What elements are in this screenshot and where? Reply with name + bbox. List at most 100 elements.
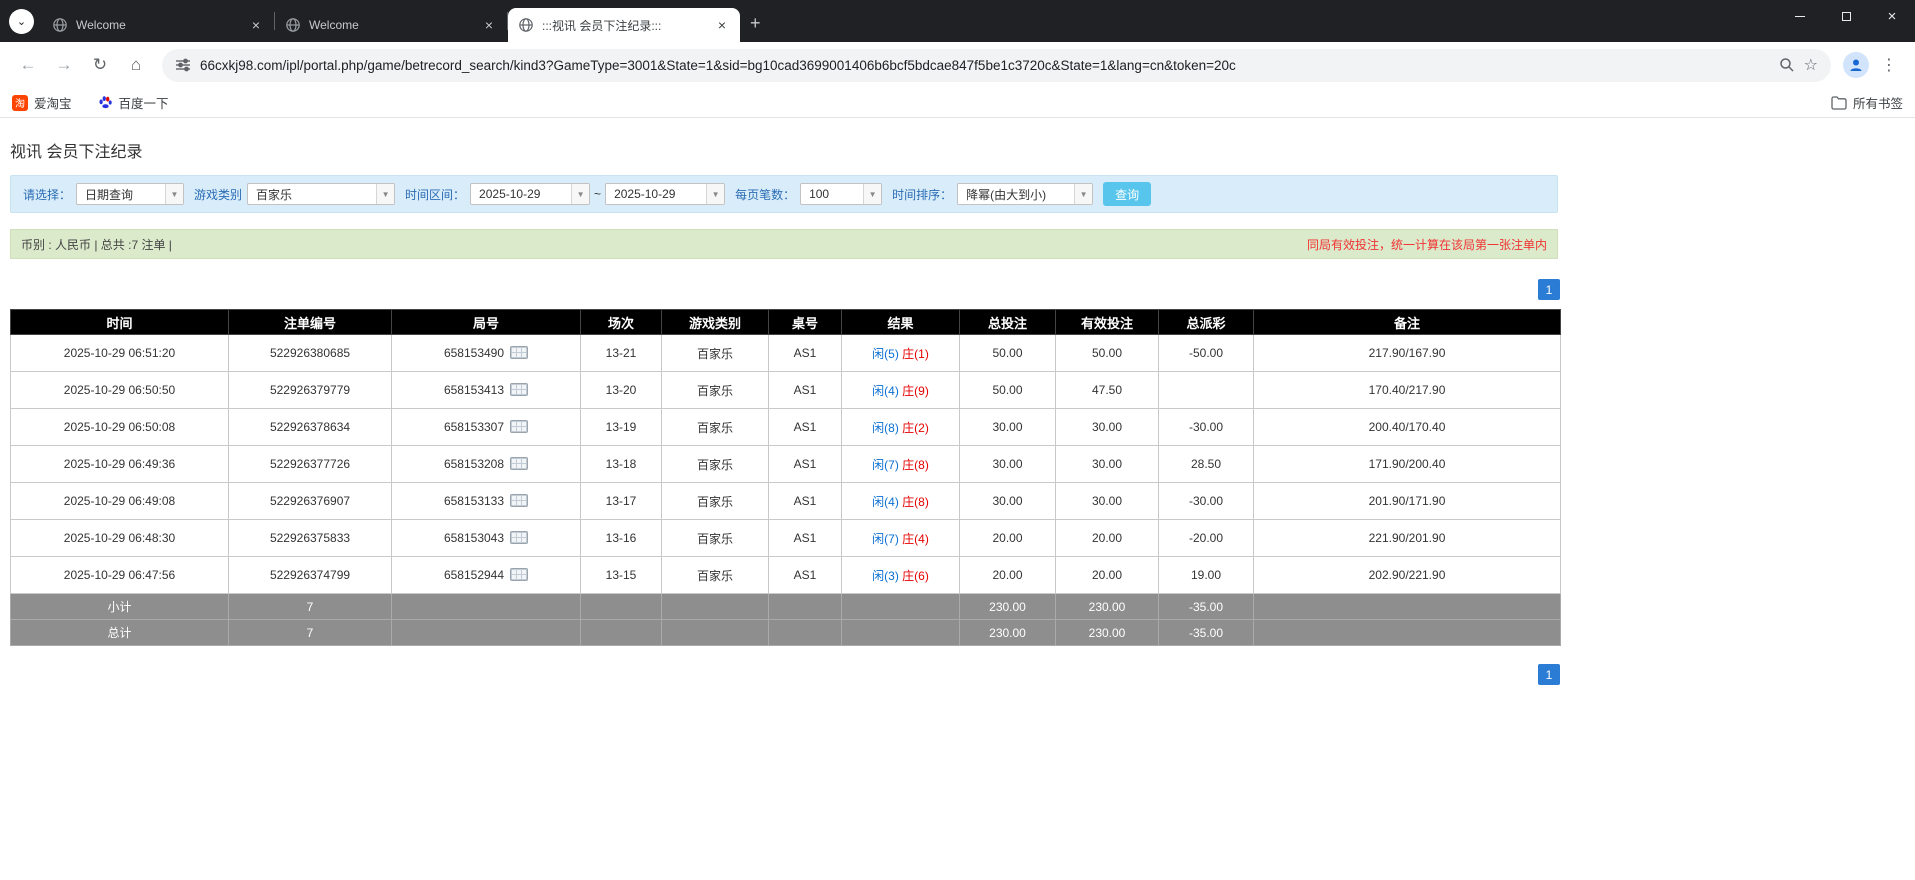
chevron-down-icon[interactable]: ▼ [706,184,725,204]
query-type-select[interactable]: 日期查询 ▼ [76,183,185,205]
tab-close-icon[interactable]: × [714,17,730,33]
cell-session: 13-15 [580,556,662,594]
result-banker: 庄(2) [902,420,929,435]
roadmap-icon[interactable] [510,420,529,433]
tab-title: :::视讯 会员下注纪录::: [542,18,662,33]
cell-result: 闲(5) 庄(1) [841,334,960,372]
cell-total-bet: 30.00 [959,482,1056,520]
chevron-down-icon[interactable]: ▼ [1074,184,1093,204]
back-button[interactable]: ← [12,49,44,81]
chevron-down-icon[interactable]: ▼ [863,184,882,204]
cell-time: 2025-10-29 06:49:36 [10,445,229,483]
cell-valid-bet: 20.00 [1055,556,1159,594]
empty-cell [391,619,581,646]
reload-button[interactable]: ↻ [84,49,116,81]
home-button[interactable]: ⌂ [120,49,152,81]
page-content: 视讯 会员下注纪录 请选择： 日期查询 ▼ 游戏类别 百家乐 ▼ 时间区间： 2… [0,138,1568,685]
bookmark-baidu[interactable]: 百度一下 [98,93,169,112]
summary-bar: 币别 : 人民币 | 总共 :7 注单 | 同局有效投注，统一计算在该局第一张注… [10,229,1558,259]
tab-title: Welcome [309,18,359,32]
empty-cell [841,593,960,620]
cell-session: 13-21 [580,334,662,372]
cell-result: 闲(3) 庄(6) [841,556,960,594]
date-from-select[interactable]: 2025-10-29 ▼ [470,183,591,205]
tab-bet-record-active[interactable]: :::视讯 会员下注纪录::: × [508,8,740,42]
subtotal-label: 小计 [10,593,229,620]
pagination-bottom: 1 [10,664,1560,685]
all-bookmarks[interactable]: 所有书签 [1831,93,1903,112]
minimize-icon [1795,15,1805,17]
tab-welcome-2[interactable]: Welcome × [275,8,507,42]
roadmap-icon[interactable] [510,383,529,396]
cell-round-id: 658153043 [391,519,581,557]
roadmap-icon[interactable] [510,568,529,581]
cell-game: 百家乐 [661,556,769,594]
minimize-button[interactable] [1777,0,1823,32]
bookmark-star-icon[interactable]: ☆ [1804,55,1818,75]
round-id-text: 658153043 [443,531,505,545]
table-row: 2025-10-29 06:50:50 522926379779 6581534… [10,371,1561,409]
roadmap-icon[interactable] [510,346,529,359]
site-settings-icon[interactable] [175,57,191,73]
cell-game: 百家乐 [661,482,769,520]
header-game-type: 游戏类别 [661,309,769,335]
browser-menu-button[interactable]: ⋮ [1873,55,1905,75]
result-banker: 庄(6) [902,568,929,583]
cell-session: 13-19 [580,408,662,446]
page-1-button[interactable]: 1 [1538,664,1560,685]
currency-summary: 币别 : 人民币 | 总共 :7 注单 | [21,237,172,252]
forward-button[interactable]: → [48,49,80,81]
cell-bet-id: 522926375833 [228,519,392,557]
cell-payout: -50.00 [1158,334,1254,372]
page-size-select[interactable]: 100 ▼ [800,183,883,205]
home-icon: ⌂ [130,55,142,74]
profile-avatar[interactable] [1843,52,1869,78]
round-id-text: 658153133 [443,494,505,508]
cell-payout: -30.00 [1158,482,1254,520]
tab-close-icon[interactable]: × [248,17,264,33]
header-payout: 总派彩 [1158,309,1254,335]
result-banker: 庄(8) [902,457,929,472]
zoom-icon[interactable] [1779,57,1795,73]
bookmark-aitaobao[interactable]: 淘 爱淘宝 [12,93,72,112]
globe-favicon [286,18,300,32]
tab-welcome-1[interactable]: Welcome × [42,8,274,42]
globe-favicon [519,18,533,32]
table-row: 2025-10-29 06:47:56 522926374799 6581529… [10,556,1561,594]
sort-select[interactable]: 降幂(由大到小) ▼ [957,183,1094,205]
cell-time: 2025-10-29 06:47:56 [10,556,229,594]
result-player: 闲(5) [872,346,899,361]
empty-cell [661,593,769,620]
cell-note: 217.90/167.90 [1253,334,1561,372]
filter-bar: 请选择： 日期查询 ▼ 游戏类别 百家乐 ▼ 时间区间： 2025-10-29 … [10,175,1558,213]
address-bar[interactable]: 66cxkj98.com/ipl/portal.php/game/betreco… [162,48,1831,82]
total-label: 总计 [10,619,229,646]
tab-close-icon[interactable]: × [481,17,497,33]
close-window-button[interactable]: × [1869,0,1915,32]
cell-note: 200.40/170.40 [1253,408,1561,446]
cell-note: 221.90/201.90 [1253,519,1561,557]
chevron-down-icon[interactable]: ▼ [571,184,590,204]
total-payout: -35.00 [1158,619,1254,646]
chevron-down-icon[interactable]: ▼ [376,184,395,204]
roadmap-icon[interactable] [510,494,529,507]
game-type-select[interactable]: 百家乐 ▼ [247,183,396,205]
valid-bet-notice: 同局有效投注，统一计算在该局第一张注单内 [1306,237,1547,252]
taobao-icon: 淘 [12,94,28,111]
date-to-select[interactable]: 2025-10-29 ▼ [605,183,726,205]
search-button[interactable]: 查询 [1103,182,1152,206]
game-type-label: 游戏类别 [194,187,243,202]
tab-search-button[interactable]: ⌄ [9,8,34,34]
chevron-down-icon[interactable]: ▼ [165,184,184,204]
cell-table-no: AS1 [768,334,842,372]
cell-round-id: 658153208 [391,445,581,483]
roadmap-icon[interactable] [510,531,529,544]
header-time: 时间 [10,309,229,335]
roadmap-icon[interactable] [510,457,529,470]
cell-game: 百家乐 [661,371,769,409]
window-controls: × [1777,0,1915,32]
table-header-row: 时间 注单编号 局号 场次 游戏类别 桌号 结果 总投注 有效投注 总派彩 备注 [10,309,1561,335]
new-tab-button[interactable]: + [740,13,771,42]
maximize-button[interactable] [1823,0,1869,32]
page-1-button[interactable]: 1 [1538,279,1560,300]
